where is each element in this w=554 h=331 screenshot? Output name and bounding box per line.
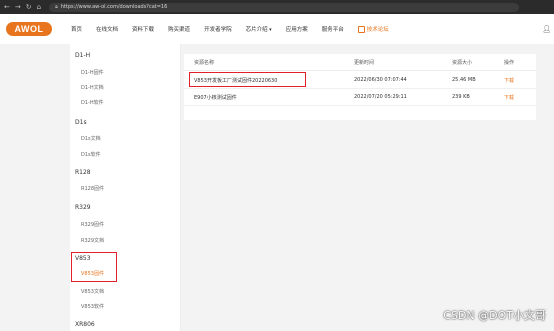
sidebar-group-d1h[interactable]: D1-H: [75, 52, 90, 59]
main-nav: 首页 在线文档 资料下载 购买渠道 开发者学院 芯片介绍 应用方案 服务平台 技…: [64, 25, 396, 33]
sidebar-group-d1s[interactable]: D1s: [75, 119, 87, 126]
nav-online-docs[interactable]: 在线文档: [89, 25, 125, 33]
user-icon[interactable]: 👤︎: [542, 25, 551, 33]
sidebar-item-d1h-firmware[interactable]: D1-H固件: [81, 69, 104, 76]
sidebar-item-d1h-software[interactable]: D1-H软件: [81, 99, 104, 106]
site-logo[interactable]: AWOL: [6, 22, 52, 36]
reload-icon[interactable]: ↻: [26, 3, 32, 11]
nav-downloads[interactable]: 资料下载: [125, 25, 161, 33]
csdn-watermark: CSDN @DOT小文哥: [443, 309, 546, 322]
site-header: AWOL 首页 在线文档 资料下载 购买渠道 开发者学院 芯片介绍 应用方案 服…: [0, 14, 554, 45]
browser-toolbar: ← → ↻ ⌂ 🔒︎ https://www.aw-ol.com/downloa…: [0, 0, 554, 14]
home-icon[interactable]: ⌂: [37, 3, 41, 11]
sidebar-item-d1h-docs[interactable]: D1-H文档: [81, 84, 104, 91]
sidebar: D1-H D1-H固件 D1-H文档 D1-H软件 D1s D1s文档 D1s软…: [70, 44, 181, 331]
col-update-time: 更新时间: [354, 59, 375, 66]
forward-icon[interactable]: →: [15, 3, 21, 11]
sidebar-item-d1s-docs[interactable]: D1s文档: [81, 135, 101, 142]
nav-solutions[interactable]: 应用方案: [279, 25, 315, 33]
resource-size: 25.46 MB: [452, 77, 476, 83]
col-size: 资源大小: [452, 59, 473, 66]
nav-chip-intro[interactable]: 芯片介绍: [239, 25, 279, 33]
sidebar-item-v853-docs[interactable]: V853文档: [81, 288, 104, 295]
update-time: 2022/06/30 07:07:44: [354, 77, 407, 83]
sidebar-item-r329-firmware[interactable]: R329固件: [81, 221, 104, 228]
url-text: https://www.aw-ol.com/downloads?cat=16: [60, 4, 168, 10]
nav-service-platform[interactable]: 服务平台: [315, 25, 351, 33]
sidebar-group-r329[interactable]: R329: [75, 204, 91, 211]
sidebar-item-d1s-software[interactable]: D1s软件: [81, 151, 101, 158]
col-resource-name: 资源名称: [194, 59, 215, 66]
resource-name: E907小核测试固件: [194, 94, 237, 101]
nav-developer-academy[interactable]: 开发者学院: [197, 25, 239, 33]
annotation-highlight-sidebar: [71, 252, 117, 282]
table-header: 资源名称 更新时间 资源大小 操作: [184, 54, 536, 71]
table-row: E907小核测试固件 2022/07/20 05:29:11 239 KB 下载: [184, 89, 536, 106]
download-table: 资源名称 更新时间 资源大小 操作 V853开发板工厂测试固件20220630 …: [184, 54, 536, 120]
nav-tech-forum[interactable]: 技术论坛: [351, 25, 396, 33]
resource-size: 239 KB: [452, 94, 470, 100]
download-link[interactable]: 下载: [504, 94, 514, 101]
sidebar-group-xr806[interactable]: XR806: [75, 321, 95, 328]
nav-home[interactable]: 首页: [64, 25, 89, 33]
lock-icon: 🔒︎: [55, 4, 58, 10]
browser-nav-buttons: ← → ↻ ⌂: [4, 3, 41, 11]
col-action: 操作: [504, 59, 515, 66]
update-time: 2022/07/20 05:29:11: [354, 94, 407, 100]
annotation-highlight-row: [189, 72, 306, 87]
sidebar-group-r128[interactable]: R128: [75, 169, 91, 176]
sidebar-item-r128-firmware[interactable]: R128固件: [81, 185, 104, 192]
sidebar-item-r329-docs[interactable]: R329文档: [81, 237, 104, 244]
download-link[interactable]: 下载: [504, 77, 514, 84]
forum-icon: [357, 26, 365, 33]
nav-purchase[interactable]: 购买渠道: [161, 25, 197, 33]
sidebar-item-v853-software[interactable]: V853软件: [81, 303, 104, 310]
back-icon[interactable]: ←: [4, 3, 10, 11]
address-bar[interactable]: 🔒︎ https://www.aw-ol.com/downloads?cat=1…: [49, 2, 520, 12]
